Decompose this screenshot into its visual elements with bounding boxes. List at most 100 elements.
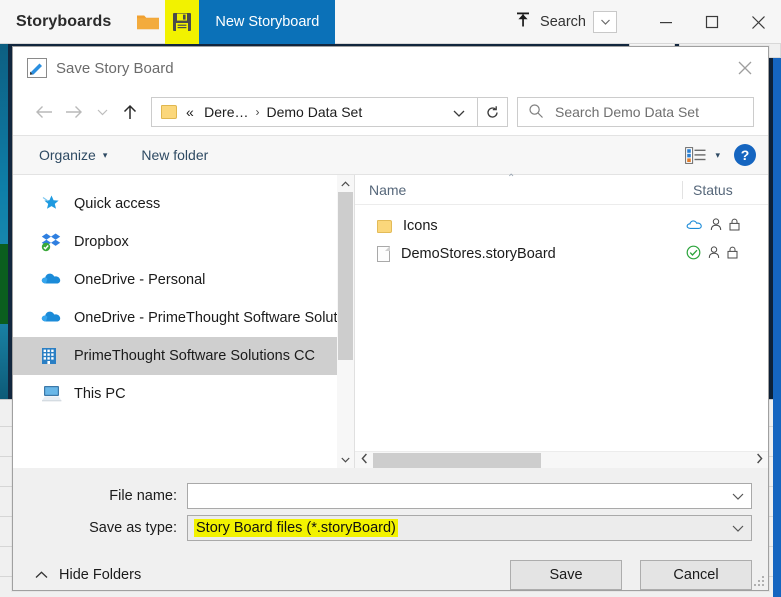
breadcrumb-folder-icon	[161, 105, 177, 119]
search-files-input[interactable]: Search Demo Data Set	[517, 97, 754, 127]
resize-grip[interactable]	[754, 576, 765, 587]
forward-button[interactable]	[59, 97, 89, 127]
person-icon	[708, 245, 720, 263]
change-view-button[interactable]: ▾	[685, 146, 720, 164]
search-icon	[528, 103, 544, 122]
app-titlebar: Storyboards New Storyboard Search	[0, 0, 781, 44]
breadcrumb-address-bar[interactable]: « Dere… › Demo Data Set	[151, 97, 478, 127]
sidebar-item-label: OneDrive - PrimeThought Software Soluti	[74, 310, 341, 326]
new-folder-button[interactable]: New folder	[141, 147, 208, 163]
file-list-header: ⌃ Name Status	[355, 173, 768, 205]
up-one-level-button[interactable]	[115, 97, 145, 127]
sidebar-scroll-up-button[interactable]	[337, 175, 354, 192]
dialog-button-row: Hide Folders Save Cancel	[13, 544, 768, 590]
lock-icon	[727, 246, 738, 263]
back-button[interactable]	[29, 97, 59, 127]
app-minimize-button[interactable]	[643, 0, 689, 44]
new-folder-label: New folder	[141, 147, 209, 163]
app-teal-accent-strip	[0, 44, 8, 404]
help-button[interactable]: ?	[734, 144, 756, 166]
file-name: Icons	[403, 218, 438, 234]
cloud-icon	[686, 218, 703, 234]
save-as-type-value: Story Board files (*.storyBoard)	[194, 519, 398, 537]
file-name: DemoStores.storyBoard	[401, 246, 556, 262]
upload-arrow-icon	[513, 10, 533, 35]
screenshot-root: Storyboards New Storyboard Search Save S…	[0, 0, 781, 597]
breadcrumb-overflow[interactable]: «	[186, 104, 194, 120]
dialog-panes: Quick access Dropbox OneDrive - Personal…	[13, 173, 768, 468]
dropbox-icon	[41, 232, 63, 252]
dialog-navigation-bar: « Dere… › Demo Data Set Search Demo Data…	[13, 89, 768, 135]
breadcrumb-part-0[interactable]: Dere…	[204, 104, 248, 120]
sidebar-item-label: This PC	[74, 386, 126, 402]
sidebar-item-primethought-cc[interactable]: PrimeThought Software Solutions CC	[13, 337, 354, 375]
file-name-input[interactable]	[187, 483, 752, 509]
sidebar-scroll-down-button[interactable]	[337, 451, 354, 468]
sidebar-item-onedrive-personal[interactable]: OneDrive - Personal	[13, 261, 354, 299]
cancel-button[interactable]: Cancel	[640, 560, 752, 590]
sidebar-scroll-thumb[interactable]	[338, 192, 353, 360]
onedrive-cloud-icon	[41, 270, 63, 290]
file-list-pane: ⌃ Name Status Icons DemoStores.storyBoar…	[355, 173, 768, 468]
breadcrumb-separator: ›	[255, 105, 260, 119]
hscroll-left-button[interactable]	[355, 453, 373, 467]
table-row[interactable]: Icons	[355, 212, 768, 240]
app-green-accent-strip	[0, 244, 8, 324]
check-circle-icon	[686, 245, 701, 264]
save-as-type-chevron-down-icon[interactable]	[725, 525, 751, 532]
sidebar-item-label: Quick access	[74, 196, 161, 212]
tab-new-storyboard-label: New Storyboard	[215, 13, 320, 30]
sidebar-vertical-scrollbar[interactable]	[337, 175, 354, 468]
dialog-form-zone: File name: Save as type: Story Board fil…	[13, 468, 768, 590]
save-as-type-select[interactable]: Story Board files (*.storyBoard)	[187, 515, 752, 541]
search-dropdown-button[interactable]	[593, 11, 617, 33]
sidebar-list: Quick access Dropbox OneDrive - Personal…	[13, 175, 354, 413]
table-row[interactable]: DemoStores.storyBoard	[355, 240, 768, 268]
breadcrumb-dropdown-icon[interactable]	[445, 105, 473, 120]
recent-locations-button[interactable]	[89, 97, 115, 127]
save-dialog: Save Story Board « Dere… › Demo Data Set…	[12, 46, 769, 591]
star-pin-icon	[41, 194, 63, 214]
organize-button[interactable]: Organize ▾	[39, 147, 107, 163]
navigation-sidebar: Quick access Dropbox OneDrive - Personal…	[13, 175, 355, 468]
dialog-toolbar-right: ▾ ?	[685, 144, 756, 166]
view-list-icon	[685, 146, 706, 164]
dialog-close-button[interactable]	[722, 47, 768, 89]
hscroll-right-button[interactable]	[750, 453, 768, 467]
sort-ascending-icon: ⌃	[507, 173, 516, 184]
organize-label: Organize	[39, 147, 96, 163]
column-header-status[interactable]: Status	[682, 180, 768, 199]
app-tabstrip: Storyboards New Storyboard	[0, 0, 336, 44]
breadcrumb-part-1[interactable]: Demo Data Set	[267, 104, 363, 120]
column-header-name[interactable]: Name	[355, 182, 682, 198]
sidebar-item-onedrive-primethought[interactable]: OneDrive - PrimeThought Software Soluti	[13, 299, 354, 337]
chevron-down-icon: ▾	[102, 149, 108, 160]
chevron-up-icon	[35, 568, 48, 582]
file-row-name-cell: Icons	[355, 218, 682, 234]
this-pc-icon	[41, 384, 63, 404]
tab-new-storyboard[interactable]: New Storyboard	[199, 0, 336, 44]
refresh-button[interactable]	[478, 97, 508, 127]
sidebar-item-label: OneDrive - Personal	[74, 272, 206, 288]
hide-folders-label: Hide Folders	[59, 567, 142, 583]
sidebar-item-quick-access[interactable]: Quick access	[13, 185, 354, 223]
save-button[interactable]: Save	[510, 560, 622, 590]
app-close-button[interactable]	[735, 0, 781, 44]
save-as-type-row: Save as type: Story Board files (*.story…	[13, 512, 768, 544]
app-search-group[interactable]: Search	[513, 10, 617, 35]
app-vertical-scrollbar[interactable]	[773, 44, 781, 597]
app-titlebar-right: Search	[513, 0, 781, 44]
app-maximize-button[interactable]	[689, 0, 735, 44]
onedrive-cloud-icon	[41, 308, 63, 328]
file-list-horizontal-scrollbar[interactable]	[355, 451, 768, 468]
save-icon[interactable]	[165, 0, 200, 44]
sidebar-item-dropbox[interactable]: Dropbox	[13, 223, 354, 261]
sidebar-item-label: PrimeThought Software Solutions CC	[74, 348, 315, 364]
hide-folders-button[interactable]: Hide Folders	[35, 567, 141, 583]
open-folder-icon[interactable]	[131, 0, 165, 44]
hscroll-thumb[interactable]	[373, 452, 541, 468]
dialog-toolbar: Organize ▾ New folder ▾ ?	[13, 135, 768, 175]
app-title: Storyboards	[16, 12, 112, 30]
sidebar-item-this-pc[interactable]: This PC	[13, 375, 354, 413]
file-name-chevron-down-icon[interactable]	[725, 493, 751, 500]
